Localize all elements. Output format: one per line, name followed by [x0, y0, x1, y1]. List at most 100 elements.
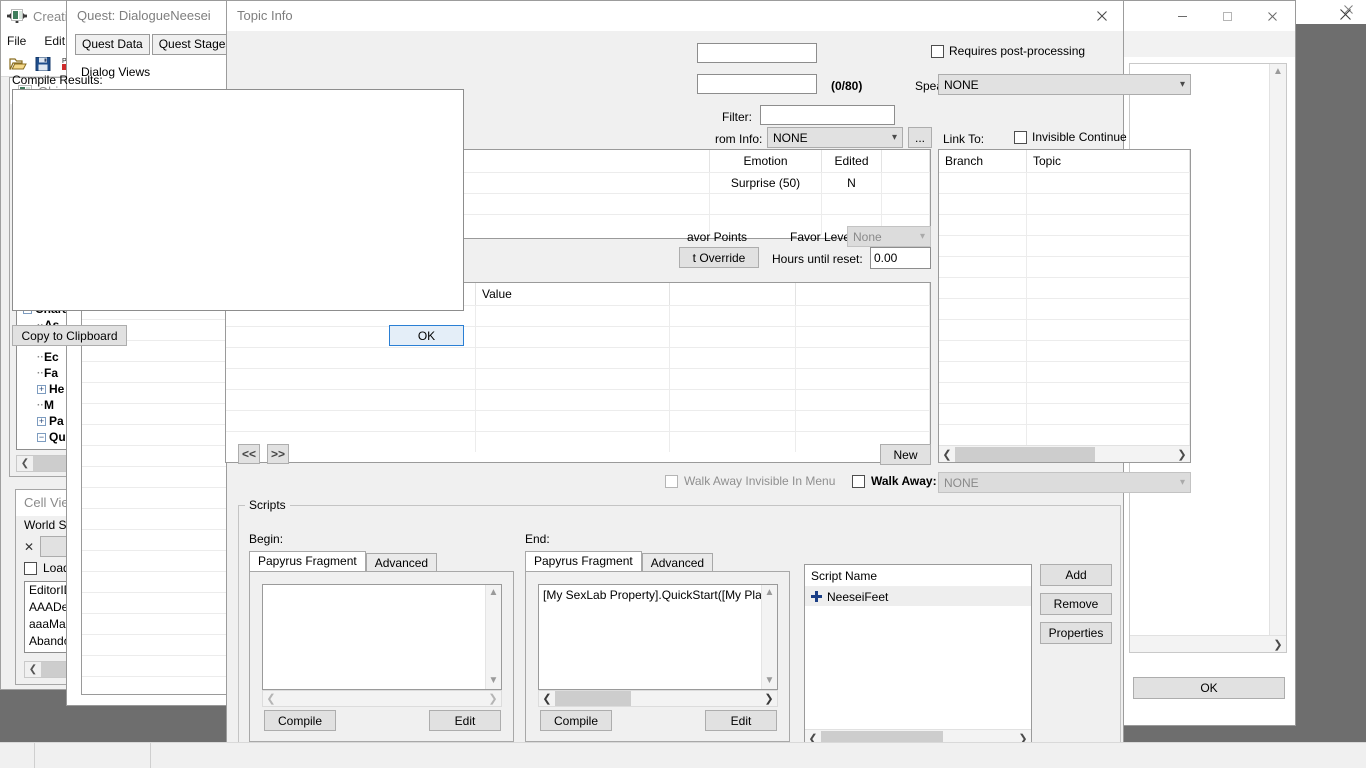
- table-row[interactable]: [939, 235, 1190, 256]
- conditions-col-value[interactable]: Value: [476, 283, 670, 305]
- scroll-left-icon[interactable]: ❮: [17, 458, 33, 469]
- compile-results-output[interactable]: [12, 89, 464, 311]
- invisible-continue-checkbox[interactable]: [1014, 130, 1027, 144]
- end-code-vscrollbar[interactable]: ▲ ▼: [761, 585, 777, 689]
- scroll-thumb[interactable]: [955, 446, 1095, 462]
- scroll-left-icon[interactable]: ❮: [939, 448, 955, 461]
- response-col-edited[interactable]: Edited: [822, 150, 882, 172]
- loaded-checkbox[interactable]: [24, 561, 37, 575]
- response-col-emotion[interactable]: Emotion: [710, 150, 822, 172]
- scroll-down-icon[interactable]: ▼: [489, 673, 499, 689]
- link-grid-hscrollbar[interactable]: ❮ ❯: [939, 445, 1190, 462]
- menu-edit[interactable]: Edit: [44, 34, 65, 48]
- table-row[interactable]: [226, 431, 930, 452]
- begin-tab-papyrus-fragment[interactable]: Papyrus Fragment: [249, 551, 366, 572]
- next-button[interactable]: >>: [267, 444, 289, 464]
- scroll-right-icon[interactable]: ❯: [1270, 638, 1286, 651]
- scroll-thumb[interactable]: [555, 691, 631, 706]
- papyrus-ok-button[interactable]: OK: [389, 325, 464, 346]
- table-row[interactable]: [226, 326, 930, 347]
- script-list[interactable]: Script Name NeeseiFeet ❮ ❯: [804, 564, 1032, 747]
- dialog-views-row[interactable]: [82, 656, 233, 677]
- scroll-up-icon[interactable]: ▲: [489, 585, 499, 601]
- begin-compile-button[interactable]: Compile: [264, 710, 336, 731]
- conditions-col-c[interactable]: [796, 283, 930, 305]
- link-col-branch[interactable]: Branch: [939, 150, 1027, 172]
- dialog-views-row[interactable]: [82, 530, 233, 551]
- table-row[interactable]: [939, 319, 1190, 340]
- dialog-views-row[interactable]: [82, 446, 233, 467]
- dialog-views-row[interactable]: [82, 383, 233, 404]
- begin-code-hscrollbar[interactable]: ❮ ❯: [262, 690, 502, 707]
- scroll-up-icon[interactable]: ▲: [765, 585, 775, 601]
- begin-edit-button[interactable]: Edit: [429, 710, 501, 731]
- table-row[interactable]: [939, 277, 1190, 298]
- collapse-icon[interactable]: −: [37, 432, 46, 442]
- expand-icon[interactable]: +: [37, 384, 46, 394]
- background-vscrollbar[interactable]: ▲ ▼: [1269, 64, 1286, 652]
- dialog-views-row[interactable]: [82, 593, 233, 614]
- scroll-left-icon[interactable]: ❮: [25, 664, 41, 675]
- favor-level-combo[interactable]: None ▾: [847, 226, 931, 247]
- background-ok-button[interactable]: OK: [1133, 677, 1285, 699]
- table-row[interactable]: [939, 403, 1190, 424]
- table-row[interactable]: [226, 410, 930, 431]
- table-row[interactable]: [939, 424, 1190, 445]
- scroll-right-icon[interactable]: ❯: [761, 692, 777, 705]
- topic-info-close-button[interactable]: [1081, 1, 1123, 31]
- filter-input[interactable]: [760, 105, 895, 125]
- override-button[interactable]: t Override: [679, 247, 759, 268]
- scroll-left-icon[interactable]: ❮: [263, 692, 279, 705]
- end-code-hscrollbar[interactable]: ❮ ❯: [538, 690, 778, 707]
- dialog-views-row[interactable]: [82, 635, 233, 656]
- table-row[interactable]: [226, 368, 930, 389]
- clear-worldspace-icon[interactable]: ✕: [24, 540, 34, 554]
- background-hscrollbar[interactable]: ❯: [1130, 635, 1286, 652]
- table-row[interactable]: [939, 172, 1190, 193]
- dialog-views-row[interactable]: [82, 467, 233, 488]
- papyrus-errors-close-button[interactable]: [1324, 0, 1366, 28]
- dialog-views-row[interactable]: [82, 404, 233, 425]
- table-row[interactable]: [939, 382, 1190, 403]
- scroll-right-icon[interactable]: ❯: [1174, 448, 1190, 461]
- requires-post-processing-checkbox[interactable]: [931, 44, 944, 58]
- dialog-views-row[interactable]: [82, 614, 233, 635]
- dialog-views-row[interactable]: [82, 509, 233, 530]
- close-button[interactable]: [1250, 1, 1295, 31]
- begin-code-editor[interactable]: ▲ ▼: [262, 584, 502, 690]
- table-row[interactable]: [939, 214, 1190, 235]
- table-row[interactable]: [939, 193, 1190, 214]
- dialog-views-row[interactable]: [82, 488, 233, 509]
- save-icon[interactable]: [35, 56, 53, 72]
- response-text-input[interactable]: [697, 74, 817, 94]
- begin-code-vscrollbar[interactable]: ▲ ▼: [485, 585, 501, 689]
- script-properties-button[interactable]: Properties: [1040, 622, 1112, 644]
- walk-away-checkbox[interactable]: [852, 474, 865, 488]
- new-button[interactable]: New: [880, 444, 931, 465]
- table-row[interactable]: [939, 340, 1190, 361]
- tab-quest-data[interactable]: Quest Data: [75, 34, 150, 55]
- add-script-button[interactable]: Add: [1040, 564, 1112, 586]
- menu-file[interactable]: File: [7, 34, 26, 48]
- conditions-col-b[interactable]: [670, 283, 796, 305]
- end-compile-button[interactable]: Compile: [540, 710, 612, 731]
- prev-button[interactable]: <<: [238, 444, 260, 464]
- table-row[interactable]: [939, 298, 1190, 319]
- link-col-topic[interactable]: Topic: [1027, 150, 1190, 172]
- from-info-browse-button[interactable]: ...: [908, 127, 932, 148]
- speaker-combo[interactable]: NONE ▾: [938, 74, 1191, 95]
- table-row[interactable]: [226, 347, 930, 368]
- list-item[interactable]: NeeseiFeet: [805, 587, 1031, 606]
- walk-away-invisible-checkbox[interactable]: [665, 474, 678, 488]
- dialog-views-row[interactable]: [82, 425, 233, 446]
- hours-until-reset-input[interactable]: 0.00: [870, 247, 931, 269]
- walk-away-combo[interactable]: NONE ▾: [938, 472, 1191, 493]
- script-name-column[interactable]: Script Name: [805, 565, 1031, 586]
- end-code-editor[interactable]: [My SexLab Property].QuickStart([My Play…: [538, 584, 778, 690]
- end-edit-button[interactable]: Edit: [705, 710, 777, 731]
- dialog-views-row[interactable]: [82, 362, 233, 383]
- expand-icon[interactable]: +: [37, 416, 46, 426]
- table-row[interactable]: [939, 361, 1190, 382]
- maximize-button[interactable]: [1205, 1, 1250, 31]
- remove-script-button[interactable]: Remove: [1040, 593, 1112, 615]
